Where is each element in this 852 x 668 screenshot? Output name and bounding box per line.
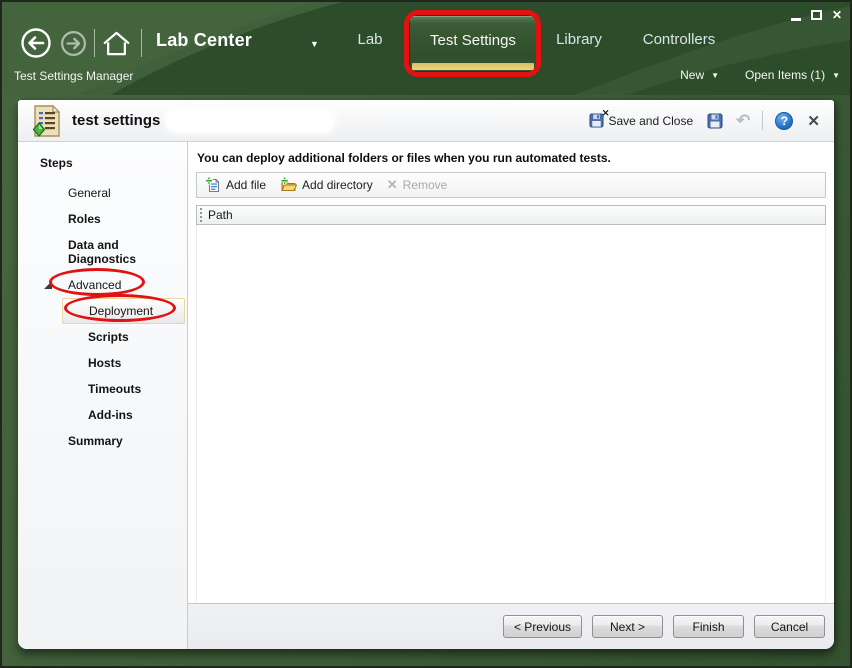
tab-test-settings-label: Test Settings [430,32,516,49]
step-data-and-diagnostics[interactable]: Data and Diagnostics [18,232,187,272]
column-grip-handle[interactable] [200,208,204,222]
previous-button[interactable]: < Previous [502,615,582,638]
step-summary[interactable]: Summary [18,428,187,454]
manager-menus: New ▼ Open Items (1) ▼ [680,68,840,82]
finish-button[interactable]: Finish [673,615,744,638]
step-roles[interactable]: Roles [18,206,187,232]
center-switcher-label: Lab Center [156,30,253,50]
step-advanced[interactable]: Advanced [18,272,187,298]
editor-title: test settings [72,112,161,129]
editor-actions: ✕ Save and Close ↶ ? ✕ [589,108,820,130]
add-file-label: Add file [226,178,267,192]
path-column-label: Path [208,208,233,222]
window-controls: ✕ [790,7,842,23]
new-menu-label: New [680,68,705,82]
add-file-icon [205,177,220,193]
app-window: Lab Center ▼ Lab Test Settings Library C… [0,0,852,668]
chevron-down-icon: ▼ [711,70,720,80]
forward-button[interactable] [60,30,87,57]
deployment-page: You can deploy additional folders or fil… [188,142,834,649]
save-and-close-label: Save and Close [608,113,694,128]
test-settings-editor-panel: test settings ✕ Save and Close ↶ ? ✕ Ste… [18,100,834,649]
save-close-icon: ✕ [589,108,609,128]
expander-triangle-icon[interactable] [44,281,52,289]
tab-lab[interactable]: Lab [348,31,392,48]
next-button[interactable]: Next > [592,615,663,638]
home-icon [103,31,130,56]
add-directory-button[interactable]: Add directory [280,177,373,193]
path-column-header[interactable]: Path [196,205,826,225]
steps-sidebar: Steps General Roles Data and Diagnostics… [18,142,187,649]
maximize-button[interactable] [810,10,822,20]
add-directory-label: Add directory [302,178,373,192]
step-general[interactable]: General [18,180,187,206]
home-button[interactable] [102,29,131,58]
manager-title: Test Settings Manager [14,69,134,83]
new-menu[interactable]: New ▼ [680,68,719,82]
tab-controllers[interactable]: Controllers [632,31,726,48]
wizard-footer: < Previous Next > Finish Cancel [188,603,834,649]
save-and-close-button[interactable]: ✕ Save and Close [589,108,694,128]
back-button[interactable] [20,27,52,59]
chevron-down-icon: ▼ [310,39,319,49]
deployment-instruction: You can deploy additional folders or fil… [197,151,611,165]
center-switcher[interactable]: Lab Center ▼ [156,30,319,51]
divider [94,29,95,57]
close-editor-button[interactable]: ✕ [807,112,820,130]
step-scripts[interactable]: Scripts [18,324,187,350]
step-add-ins[interactable]: Add-ins [18,402,187,428]
arrow-left-circle-icon [21,28,51,58]
open-items-menu[interactable]: Open Items (1) ▼ [745,68,840,82]
help-button[interactable]: ? [775,111,794,130]
close-x-badge: ✕ [601,108,610,118]
deployment-toolbar: Add file Add directory ✕ Remove [196,172,826,198]
save-button[interactable] [707,113,723,129]
steps-header: Steps [40,156,73,170]
deployment-items-list[interactable] [196,225,826,603]
undo-button[interactable]: ↶ [736,112,750,129]
redacted-text-overlay [166,109,335,132]
editor-header: test settings ✕ Save and Close ↶ ? ✕ [18,100,834,142]
chevron-down-icon: ▼ [832,70,840,80]
arrow-right-circle-icon [61,31,86,56]
floppy-disk-icon [707,113,723,128]
remove-button[interactable]: ✕ Remove [387,177,448,193]
test-settings-document-icon [32,104,61,137]
divider [141,29,142,57]
open-items-menu-label: Open Items (1) [745,68,826,82]
add-file-button[interactable]: Add file [205,177,266,193]
remove-x-icon: ✕ [386,177,398,192]
minimize-button[interactable] [790,18,801,21]
add-directory-icon [280,177,298,191]
tab-library[interactable]: Library [546,31,612,48]
divider [762,111,764,130]
title-bar: Lab Center ▼ Lab Test Settings Library C… [0,0,852,95]
step-hosts[interactable]: Hosts [18,350,187,376]
step-deployment[interactable]: Deployment [62,298,185,324]
active-tab-indicator [412,63,534,70]
editor-body: Steps General Roles Data and Diagnostics… [18,142,834,649]
step-timeouts[interactable]: Timeouts [18,376,187,402]
tab-test-settings[interactable]: Test Settings [409,15,537,72]
remove-label: Remove [402,178,448,192]
cancel-button[interactable]: Cancel [754,615,825,638]
close-window-button[interactable]: ✕ [832,8,842,22]
